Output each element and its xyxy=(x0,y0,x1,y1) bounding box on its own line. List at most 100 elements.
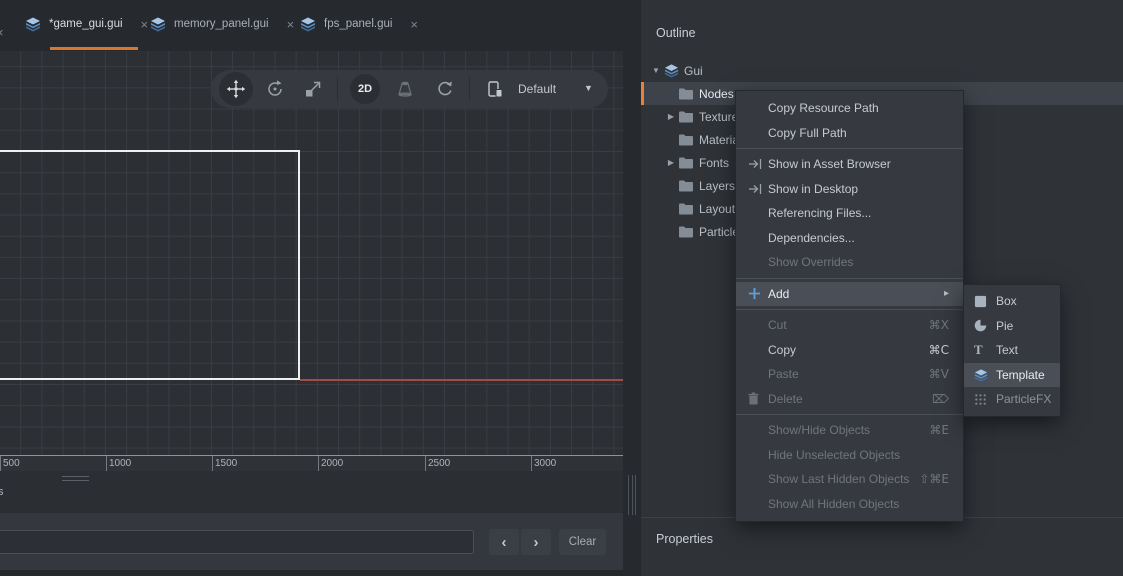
gui-icon xyxy=(664,63,679,78)
submenu-item-label: Text xyxy=(996,343,1018,357)
scene-viewport[interactable] xyxy=(0,51,623,455)
jump-to-icon xyxy=(748,183,762,195)
folder-icon-slot xyxy=(677,203,695,215)
scale-tool-button[interactable] xyxy=(302,78,324,100)
tab-memory-panel[interactable]: memory_panel.gui × xyxy=(149,0,294,48)
expander-collapsed-icon[interactable]: ▶ xyxy=(665,158,677,167)
move-icon xyxy=(226,79,246,99)
menu-item-delete: Delete ⌦ xyxy=(736,387,963,412)
menu-item-shortcut: ⌘V xyxy=(929,367,949,381)
console-search-input[interactable] xyxy=(0,530,474,554)
menu-item-label: Show/Hide Objects xyxy=(768,423,870,437)
bottom-strip xyxy=(0,570,623,576)
menu-item-label: Dependencies... xyxy=(768,231,855,245)
properties-panel-title: Properties xyxy=(656,532,713,546)
plus-icon xyxy=(748,287,761,300)
gui-icon-slot xyxy=(662,63,680,78)
folder-icon-slot xyxy=(677,111,695,123)
ruler-tick xyxy=(531,456,532,471)
menu-item-label: Delete xyxy=(768,392,803,406)
particlefx-icon xyxy=(974,393,987,406)
menu-item-show-in-asset-browser[interactable]: Show in Asset Browser xyxy=(736,152,963,177)
2d-mode-label: 2D xyxy=(358,83,372,95)
ruler-tick xyxy=(0,456,1,471)
rotate-tool-button[interactable] xyxy=(264,78,286,100)
pie-icon-slot xyxy=(974,319,996,332)
trash-icon xyxy=(748,392,759,405)
folder-icon xyxy=(679,111,693,123)
menu-item-shortcut: ⌦ xyxy=(932,392,949,406)
expander-collapsed-icon[interactable]: ▶ xyxy=(665,112,677,121)
cropped-text: s xyxy=(0,486,4,498)
ruler-tick-label: 500 xyxy=(3,458,20,469)
menu-item-show-in-desktop[interactable]: Show in Desktop xyxy=(736,177,963,202)
jump-icon-slot xyxy=(748,183,768,195)
device-preview-button[interactable] xyxy=(484,78,506,100)
box-icon-slot xyxy=(974,295,996,308)
submenu-item-text[interactable]: TText xyxy=(964,338,1060,363)
folder-icon xyxy=(679,203,693,215)
menu-item-paste: Paste ⌘V xyxy=(736,362,963,387)
menu-item-shortcut: ⌘C xyxy=(929,343,949,357)
tab-fps-panel[interactable]: fps_panel.gui × xyxy=(299,0,418,48)
menu-item-add[interactable]: Add▸ xyxy=(736,282,963,307)
close-icon[interactable]: × xyxy=(141,17,149,32)
submenu-item-pie[interactable]: Pie xyxy=(964,314,1060,339)
menu-item-label: Paste xyxy=(768,367,799,381)
perspective-camera-button[interactable] xyxy=(394,78,416,100)
close-icon[interactable]: × xyxy=(0,25,4,40)
horizontal-scrollbar-handle[interactable] xyxy=(62,476,89,481)
menu-item-show-all-hidden-objects: Show All Hidden Objects xyxy=(736,492,963,517)
prev-result-button[interactable]: ‹ xyxy=(489,529,519,555)
reset-camera-button[interactable] xyxy=(434,78,456,100)
outline-item-label: Layers xyxy=(699,179,735,193)
submenu-item-template[interactable]: Template xyxy=(964,363,1060,388)
next-result-button[interactable]: › xyxy=(521,529,551,555)
panel-splitter[interactable] xyxy=(623,51,641,576)
menu-divider xyxy=(736,414,963,415)
refresh-icon xyxy=(435,79,455,99)
frustum-icon xyxy=(395,79,415,99)
particlefx-icon-slot xyxy=(974,393,996,406)
menu-item-dependencies[interactable]: Dependencies... xyxy=(736,226,963,251)
splitter-drag-handle[interactable] xyxy=(628,475,636,515)
folder-icon xyxy=(679,88,693,100)
tab-game-gui[interactable]: *game_gui.gui × xyxy=(24,0,148,48)
menu-item-show-hide-objects: Show/Hide Objects⌘E xyxy=(736,418,963,443)
viewport-toolbar: 2D Default ▼ xyxy=(211,70,608,108)
menu-item-referencing-files[interactable]: Referencing Files... xyxy=(736,201,963,226)
folder-icon xyxy=(679,157,693,169)
plus-icon-slot xyxy=(748,287,768,300)
submenu-item-particlefx[interactable]: ParticleFX xyxy=(964,387,1060,412)
ruler-tick-label: 1500 xyxy=(215,458,237,469)
submenu-item-box[interactable]: Box xyxy=(964,289,1060,314)
submenu-arrow-icon: ▸ xyxy=(944,288,949,299)
menu-item-show-last-hidden-objects: Show Last Hidden Objects⇧⌘E xyxy=(736,467,963,492)
close-icon[interactable]: × xyxy=(410,17,418,32)
menu-item-copy[interactable]: Copy⌘C xyxy=(736,338,963,363)
submenu-item-label: Template xyxy=(996,368,1045,382)
expander-open-icon[interactable]: ▼ xyxy=(650,66,662,75)
menu-item-label: Copy Resource Path xyxy=(768,101,879,115)
menu-divider xyxy=(736,309,963,310)
2d-mode-button[interactable]: 2D xyxy=(350,74,380,104)
outline-item-gui[interactable]: ▼ Gui xyxy=(641,59,1123,82)
menu-divider xyxy=(736,148,963,149)
jump-to-icon xyxy=(748,158,762,170)
close-icon[interactable]: × xyxy=(287,17,295,32)
folder-icon-slot xyxy=(677,180,695,192)
menu-item-label: Show All Hidden Objects xyxy=(768,497,899,511)
move-tool-button[interactable] xyxy=(219,72,253,106)
camera-preset-value[interactable]: Default xyxy=(518,82,556,96)
ruler-tick-label: 1000 xyxy=(109,458,131,469)
clear-button[interactable]: Clear xyxy=(559,529,606,555)
chevron-down-icon[interactable]: ▼ xyxy=(584,83,593,93)
menu-item-copy-resource-path[interactable]: Copy Resource Path xyxy=(736,96,963,121)
folder-icon xyxy=(679,226,693,238)
menu-item-show-overrides: Show Overrides xyxy=(736,250,963,275)
outline-item-label: Gui xyxy=(684,64,703,78)
menu-item-copy-full-path[interactable]: Copy Full Path xyxy=(736,121,963,146)
rotate-icon xyxy=(265,79,285,99)
menu-item-label: Show in Desktop xyxy=(768,182,858,196)
folder-icon xyxy=(679,180,693,192)
